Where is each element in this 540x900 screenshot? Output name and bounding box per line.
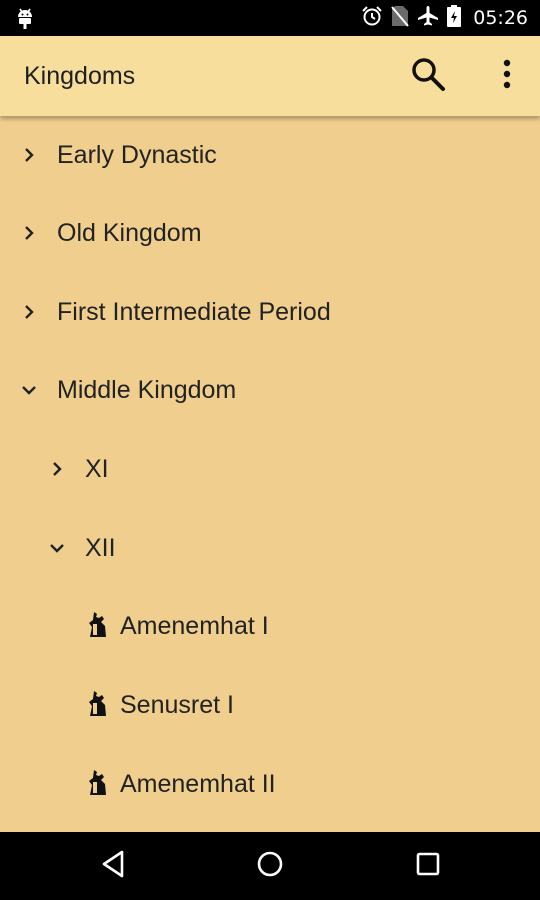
tree-item-label: Amenemhat II bbox=[120, 770, 276, 798]
pharaoh-icon bbox=[86, 607, 110, 643]
alarm-icon bbox=[361, 5, 383, 32]
tree-item-label: Amenemhat I bbox=[120, 612, 269, 640]
tree-item-early-dynastic[interactable]: Early Dynastic bbox=[0, 116, 540, 194]
chevron-down-icon[interactable] bbox=[46, 535, 68, 561]
tree-item-label: Middle Kingdom bbox=[57, 376, 237, 404]
app-title: Kingdoms bbox=[24, 62, 136, 90]
tree-item-label: Early Dynastic bbox=[57, 141, 217, 169]
recents-button[interactable] bbox=[383, 838, 473, 894]
tree-item-first-intermediate-period[interactable]: First Intermediate Period bbox=[0, 273, 540, 351]
tree-item-label: Senusret I bbox=[120, 691, 234, 719]
tree-item-label: XI bbox=[85, 455, 109, 483]
tree-item-old-kingdom[interactable]: Old Kingdom bbox=[0, 194, 540, 272]
navigation-bar bbox=[0, 832, 540, 900]
battery-icon bbox=[447, 4, 462, 32]
pharaoh-icon bbox=[86, 686, 110, 722]
android-debug-icon bbox=[14, 6, 36, 35]
tree-item-amenemhat-ii[interactable]: Amenemhat II bbox=[0, 745, 540, 823]
status-bar: 05:26 bbox=[0, 0, 540, 36]
chevron-down-icon[interactable] bbox=[18, 377, 40, 403]
overflow-menu-button[interactable] bbox=[486, 52, 528, 100]
chevron-right-icon[interactable] bbox=[18, 220, 40, 246]
tree-item-dynasty-xi[interactable]: XI bbox=[0, 430, 540, 508]
app-bar: Kingdoms bbox=[0, 36, 540, 116]
tree-item-middle-kingdom[interactable]: Middle Kingdom bbox=[0, 351, 540, 429]
no-sim-icon bbox=[391, 5, 409, 32]
tree-item-label: Old Kingdom bbox=[57, 219, 202, 247]
tree-item-senusret-i[interactable]: Senusret I bbox=[0, 666, 540, 744]
pharaoh-icon bbox=[86, 765, 110, 801]
tree-item-dynasty-xii[interactable]: XII bbox=[0, 509, 540, 587]
status-time: 05:26 bbox=[473, 7, 528, 29]
tree-item-amenemhat-i[interactable]: Amenemhat I bbox=[0, 587, 540, 665]
overflow-menu-icon bbox=[502, 58, 512, 95]
chevron-right-icon[interactable] bbox=[46, 456, 68, 482]
recents-icon bbox=[415, 851, 441, 882]
home-icon bbox=[256, 850, 284, 883]
chevron-right-icon[interactable] bbox=[18, 142, 40, 168]
airplane-icon bbox=[417, 5, 439, 32]
home-button[interactable] bbox=[225, 838, 315, 894]
kingdom-tree-list: Early Dynastic Old Kingdom First Interme… bbox=[0, 116, 540, 832]
search-button[interactable] bbox=[402, 52, 454, 100]
back-button[interactable] bbox=[68, 838, 158, 894]
back-icon bbox=[100, 850, 126, 883]
search-icon bbox=[410, 56, 446, 97]
tree-item-label: XII bbox=[85, 534, 116, 562]
tree-item-label: First Intermediate Period bbox=[57, 298, 331, 326]
chevron-right-icon[interactable] bbox=[18, 299, 40, 325]
